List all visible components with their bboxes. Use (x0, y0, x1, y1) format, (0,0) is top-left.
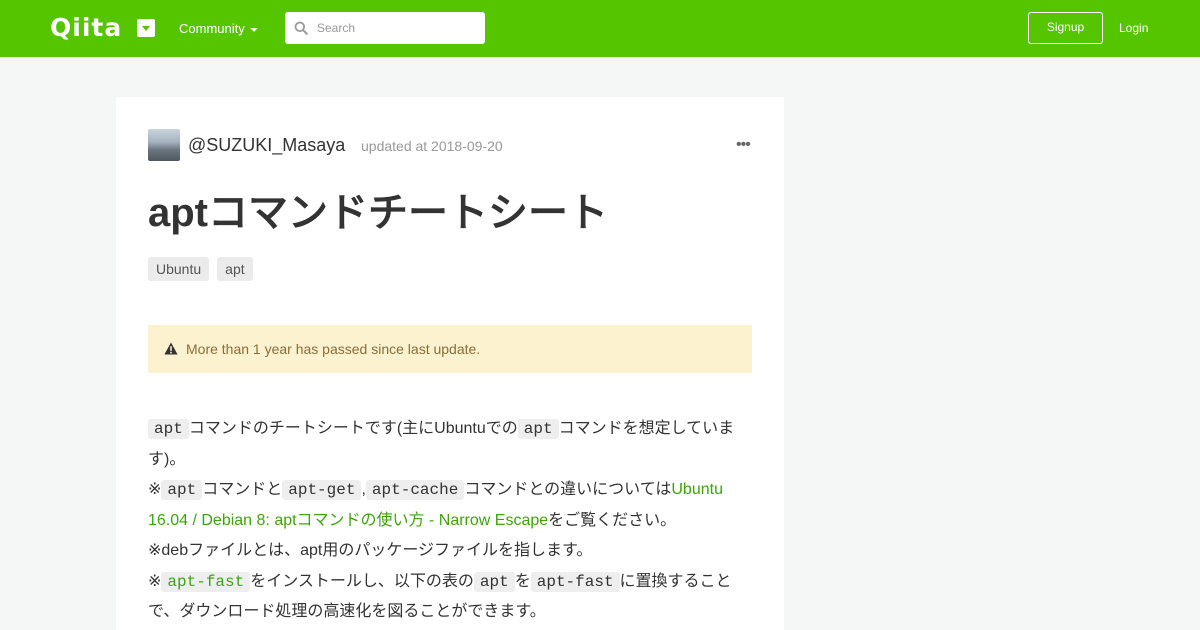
more-icon[interactable]: ••• (736, 137, 752, 153)
tag-ubuntu[interactable]: Ubuntu (148, 257, 210, 281)
body-paragraph-3: ※debファイルとは、apt用のパッケージファイルを指します。 (148, 542, 593, 559)
caret-down-icon (250, 28, 258, 32)
author-name[interactable]: @SUZUKI_Masaya (188, 134, 345, 156)
body-text: をインストールし、以下の表の (250, 572, 474, 590)
body-paragraph-1: apt コマンドのチートシートです(主にUbuntuでの apt コマンドを想定してい… (148, 414, 754, 475)
login-link[interactable]: Login (1119, 20, 1148, 36)
tag-list: Ubuntu apt (148, 257, 253, 281)
inline-code: apt (148, 419, 189, 439)
chevron-down-icon[interactable] (137, 19, 155, 37)
search-input[interactable] (317, 12, 477, 44)
body-text: を (514, 572, 531, 590)
body-text: コマンドのチートシートです(主にUbuntuでの (188, 420, 518, 437)
avatar[interactable] (148, 129, 180, 161)
qiita-logo[interactable]: Qiita (50, 14, 122, 42)
body-text: コマンドと (202, 481, 283, 498)
article-card: @SUZUKI_Masaya updated at 2018-09-20 •••… (116, 97, 784, 630)
body-paragraph-2: ※ apt コマンドと apt-get, apt-cache コマンドとの違いについてはU… (148, 475, 754, 536)
updated-date: updated at 2018-09-20 (361, 138, 503, 154)
body-text: ※ (148, 481, 162, 498)
apt-fast-link[interactable]: apt-fast (161, 571, 251, 592)
inline-code: apt-cache (365, 480, 465, 500)
community-menu[interactable]: Community (179, 21, 245, 37)
search-box[interactable] (285, 12, 485, 44)
article-body: apt コマンドのチートシートです(主にUbuntuでの apt コマンドを想定してい… (148, 414, 754, 628)
signup-button[interactable]: Signup (1028, 12, 1103, 44)
warning-icon (164, 342, 178, 355)
inline-code: apt-fast (530, 571, 620, 592)
body-text: をご覧ください。 (548, 511, 677, 529)
inline-code: apt (161, 480, 203, 500)
article-title: aptコマンドチートシート (148, 191, 608, 235)
body-text: ※ (148, 572, 162, 590)
inline-code: apt-get (282, 480, 362, 500)
search-icon (294, 21, 308, 35)
inline-code: apt (517, 419, 559, 439)
top-nav: Qiita Community Signup Login (0, 0, 1200, 57)
outdated-notice: More than 1 year has passed since last u… (148, 325, 752, 373)
notice-text: More than 1 year has passed since last u… (186, 341, 481, 357)
body-text: コマンドとの違いについては (464, 481, 672, 498)
tag-apt[interactable]: apt (217, 257, 253, 281)
body-paragraph-4: ※ apt-fast をインストールし、以下の表の apt を apt-fast に置換する… (148, 567, 754, 628)
inline-code: apt (473, 571, 515, 592)
